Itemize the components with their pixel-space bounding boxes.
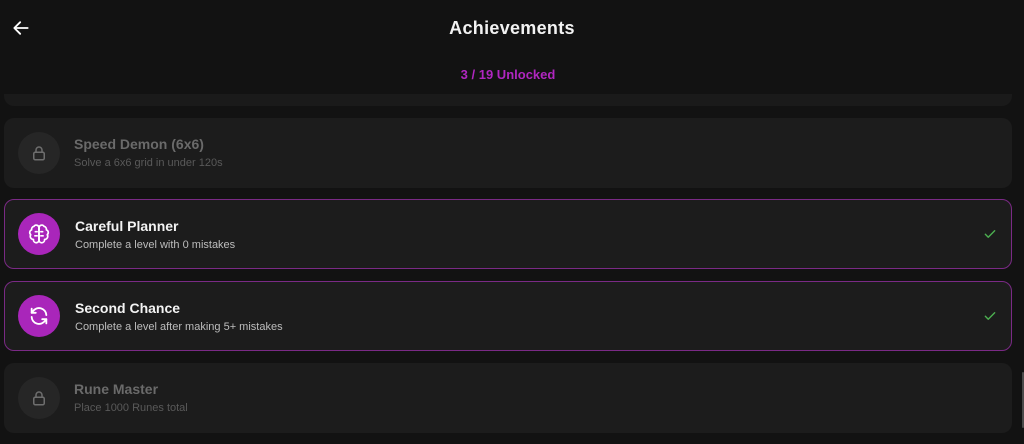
achievement-description: Complete a level with 0 mistakes [75, 239, 236, 251]
achievement-list[interactable]: 3 / 19 Unlocked Speed Demon (6x6) Solve … [4, 0, 1012, 444]
lock-icon [33, 391, 45, 406]
unlock-progress: 3 / 19 Unlocked [460, 67, 556, 82]
check-icon [984, 312, 996, 320]
achievement-description: Complete a level after making 5+ mistake… [75, 321, 283, 333]
achievement-badge [18, 377, 60, 419]
achievement-card[interactable]: Rune Master Place 1000 Runes total [4, 363, 1012, 433]
brain-icon [28, 224, 50, 244]
previous-achievement-card [4, 94, 1012, 106]
achievement-description: Place 1000 Runes total [74, 402, 188, 414]
achievement-badge [18, 295, 60, 337]
achievement-card[interactable]: Second Chance Complete a level after mak… [4, 281, 1012, 351]
refresh-icon [30, 307, 48, 325]
achievement-badge [18, 132, 60, 174]
achievement-card[interactable]: Careful Planner Complete a level with 0 … [4, 199, 1012, 269]
achievement-name: Speed Demon (6x6) [74, 136, 204, 152]
lock-icon [33, 146, 45, 161]
achievement-name: Second Chance [75, 300, 181, 316]
achievement-name: Rune Master [74, 381, 159, 397]
achievement-card[interactable]: Speed Demon (6x6) Solve a 6x6 grid in un… [4, 118, 1012, 188]
achievement-badge [18, 213, 60, 255]
achievement-description: Solve a 6x6 grid in under 120s [74, 157, 223, 169]
achievements-screen: Achievements 3 / 19 Unlocked Speed Demon… [0, 0, 1024, 444]
achievement-name: Careful Planner [75, 218, 179, 234]
check-icon [984, 230, 996, 238]
